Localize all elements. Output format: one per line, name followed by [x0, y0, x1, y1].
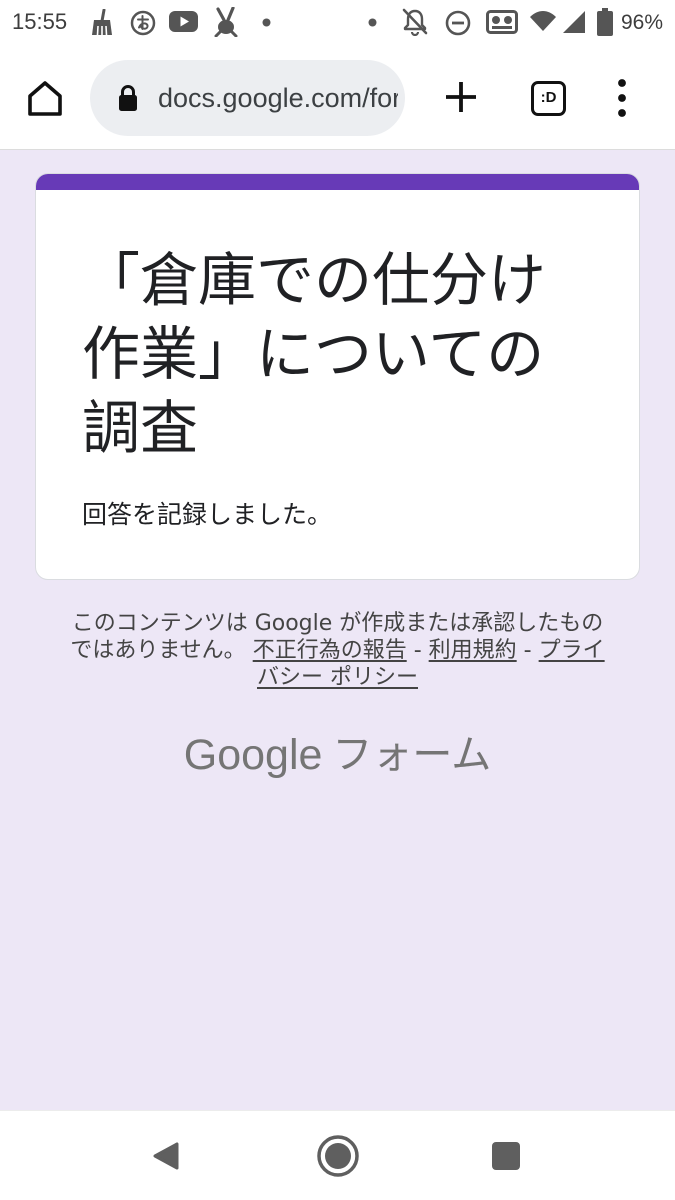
- footer-separator: -: [413, 638, 422, 663]
- battery-icon: [597, 8, 613, 36]
- cellular-signal-icon: [563, 11, 585, 33]
- broom-icon: [92, 9, 112, 36]
- plus-icon[interactable]: [444, 80, 478, 114]
- form-title: 「倉庫での仕分け作業」についての調査: [82, 246, 547, 462]
- confirmation-message: 回答を記録しました。: [82, 500, 333, 529]
- form-confirmation-card: 「倉庫での仕分け作業」についての調査 回答を記録しました。: [35, 173, 640, 580]
- browser-toolbar: docs.google.com/for :D: [0, 45, 675, 150]
- system-navigation-bar: [0, 1110, 675, 1200]
- dot-icon: [368, 18, 377, 27]
- circled-app-icon: [130, 10, 156, 36]
- recents-icon[interactable]: [491, 1141, 521, 1171]
- youtube-icon: [169, 11, 198, 32]
- tab-switcher-button[interactable]: :D: [531, 81, 566, 116]
- status-time: 15:55: [12, 9, 68, 34]
- form-header-accent: [36, 174, 639, 190]
- url-text[interactable]: docs.google.com/for: [158, 60, 398, 136]
- home-icon[interactable]: [316, 1134, 360, 1178]
- more-vert-icon[interactable]: [612, 78, 632, 118]
- lock-icon[interactable]: [117, 84, 139, 112]
- address-bar[interactable]: docs.google.com/for: [90, 60, 405, 136]
- more-notifications-dot-icon: [262, 18, 271, 27]
- logo-product-text: フォーム: [332, 732, 492, 778]
- terms-link[interactable]: 利用規約: [429, 638, 517, 663]
- bell-off-icon: [402, 8, 428, 36]
- home-icon[interactable]: [25, 78, 65, 118]
- card-body: 「倉庫での仕分け作業」についての調査 回答を記録しました。: [36, 190, 639, 579]
- back-icon[interactable]: [150, 1140, 182, 1172]
- footer-disclaimer: このコンテンツは Google が作成または承認したものではありません。 不正行…: [65, 610, 610, 691]
- report-abuse-link[interactable]: 不正行為の報告: [253, 638, 407, 663]
- voicemail-icon: [486, 10, 518, 34]
- do-not-disturb-icon: [445, 10, 471, 36]
- logo-google-text: Google: [183, 731, 323, 779]
- battery-percentage: 96%: [621, 11, 664, 34]
- rabbit-icon: [214, 7, 238, 37]
- google-forms-logo[interactable]: Google フォーム: [0, 728, 675, 782]
- wifi-icon: [530, 11, 556, 31]
- status-bar: 15:55 96%: [0, 0, 675, 45]
- footer-separator: -: [523, 638, 532, 663]
